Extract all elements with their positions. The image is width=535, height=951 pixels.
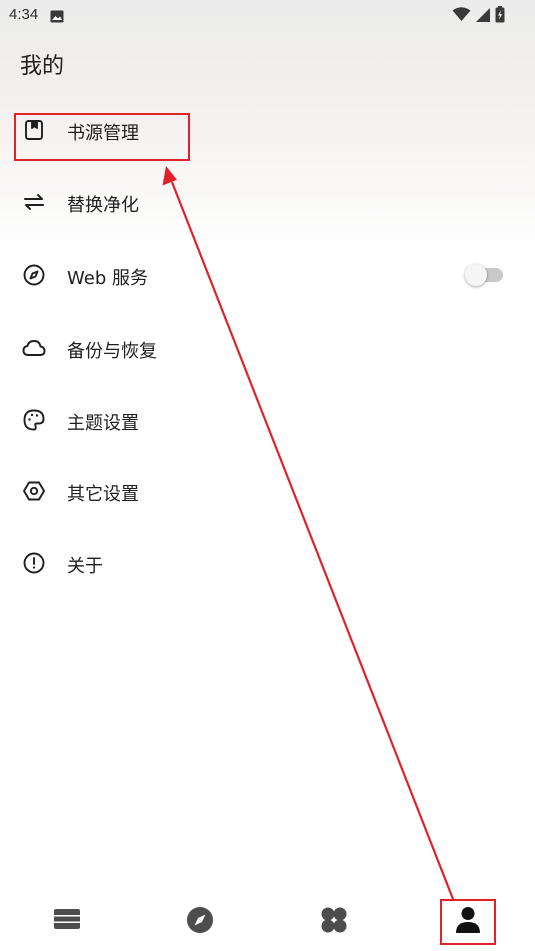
- web-service-toggle[interactable]: [465, 264, 503, 286]
- menu-item-about[interactable]: 关于: [0, 535, 535, 591]
- explore-icon: [187, 907, 213, 933]
- annotation-box-target: [14, 113, 190, 161]
- wifi-icon: [452, 7, 471, 26]
- menu-item-other-settings[interactable]: 其它设置: [0, 463, 535, 519]
- status-icons: [452, 6, 505, 27]
- cloud-icon: [22, 336, 46, 360]
- status-time: 4:34: [9, 6, 39, 23]
- nav-bookshelf[interactable]: [27, 890, 107, 951]
- menu-item-label: 关于: [67, 556, 103, 577]
- image-icon: [50, 8, 64, 27]
- menu-item-replace[interactable]: 替换净化: [0, 174, 535, 230]
- info-icon: [22, 551, 46, 575]
- rss-icon: [321, 907, 347, 933]
- page-title: 我的: [20, 54, 65, 79]
- menu-item-label: 备份与恢复: [67, 341, 157, 362]
- swap-icon: [22, 190, 46, 214]
- status-bar: 4:34: [0, 0, 535, 30]
- battery-icon: [495, 6, 505, 27]
- menu-item-theme[interactable]: 主题设置: [0, 392, 535, 448]
- menu-item-label: 替换净化: [67, 195, 139, 216]
- menu-item-label: 其它设置: [67, 484, 139, 505]
- nav-explore[interactable]: [160, 890, 240, 951]
- nav-rss[interactable]: [294, 890, 374, 951]
- menu-item-label: Web 服务: [67, 268, 148, 289]
- menu-item-label: 主题设置: [67, 413, 139, 434]
- settings-icon: [22, 479, 46, 503]
- menu-item-backup[interactable]: 备份与恢复: [0, 320, 535, 376]
- compass-icon: [22, 263, 46, 287]
- toggle-thumb: [465, 264, 487, 286]
- menu-item-web-service[interactable]: Web 服务: [0, 247, 535, 303]
- signal-icon: [475, 7, 491, 27]
- palette-icon: [22, 408, 46, 432]
- bookshelf-icon: [54, 909, 80, 929]
- annotation-box-source: [440, 899, 496, 945]
